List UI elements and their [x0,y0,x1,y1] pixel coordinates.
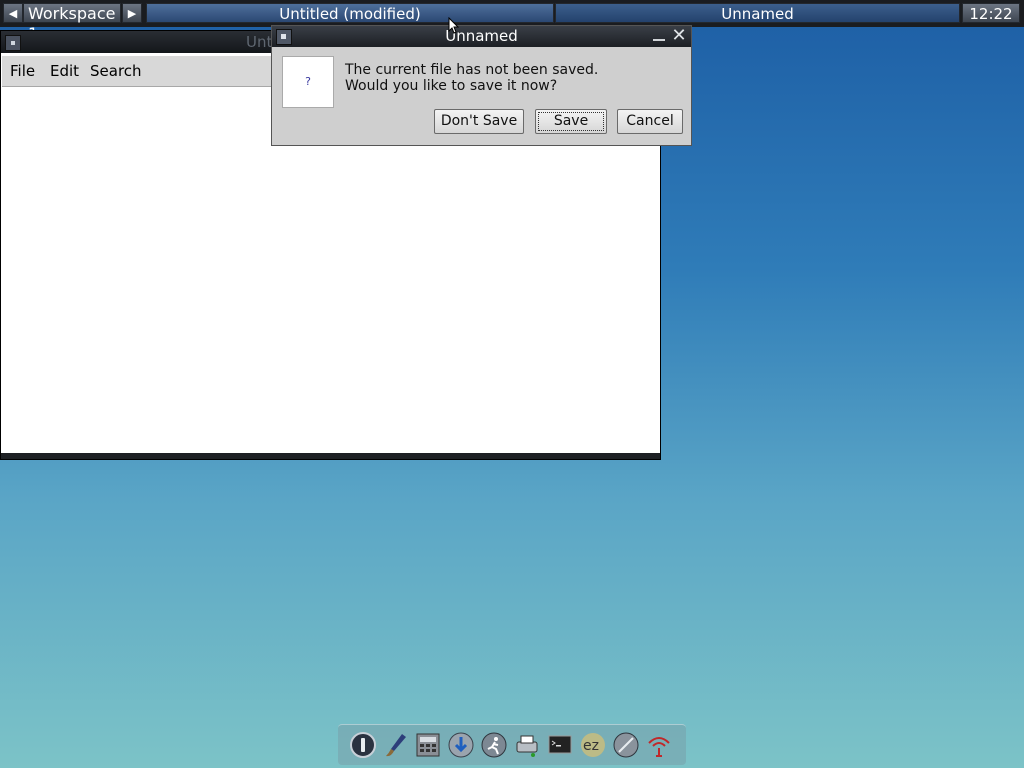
dialog-titlebar[interactable]: Unnamed ✕ [272,26,691,47]
power-icon[interactable] [348,730,378,760]
disk-download-icon[interactable] [446,730,476,760]
clock[interactable]: 12:22 [962,3,1020,23]
printer-icon[interactable] [512,730,542,760]
svg-text:ez: ez [583,738,599,754]
menu-edit[interactable]: Edit [50,62,79,80]
cancel-button[interactable]: Cancel [617,109,683,134]
menu-file[interactable]: File [10,62,35,80]
dock: ez [338,724,686,765]
question-icon: ? [282,56,334,108]
top-panel: ◀ Workspace 1 ▶ Untitled (modified) Unna… [0,0,1024,43]
workspace-label[interactable]: Workspace 1 [23,3,121,43]
taskbar-item-untitled[interactable]: Untitled (modified) [146,3,554,23]
dialog-message: The current file has not been saved. Wou… [345,62,598,94]
taskbar-item-unnamed[interactable]: Unnamed [555,3,960,23]
message-line-1: The current file has not been saved. [345,62,599,78]
window-menu-icon[interactable] [5,35,21,51]
runner-icon[interactable] [479,730,509,760]
wifi-icon[interactable] [644,730,674,760]
menu-search[interactable]: Search [90,62,142,80]
dont-save-button[interactable]: Don't Save [434,109,524,134]
dialog-title: Unnamed [445,27,518,45]
workspace-next-icon[interactable]: ▶ [122,3,142,23]
paintbrush-icon[interactable] [381,730,411,760]
calculator-icon[interactable] [413,730,443,760]
close-icon[interactable]: ✕ [670,27,688,45]
disc-icon[interactable] [611,730,641,760]
minimize-icon[interactable] [651,29,667,43]
workspace-prev-icon[interactable]: ◀ [3,3,23,23]
question-glyph: ? [305,75,311,88]
save-dialog: Unnamed ✕ ? The current file has not bee… [271,25,692,146]
save-button[interactable]: Save [535,109,607,134]
editor-bottom-border [1,453,660,459]
ez-icon[interactable]: ez [578,730,608,760]
message-line-2: Would you like to save it now? [345,78,558,94]
terminal-icon[interactable] [545,730,575,760]
mouse-cursor-icon [448,17,460,34]
